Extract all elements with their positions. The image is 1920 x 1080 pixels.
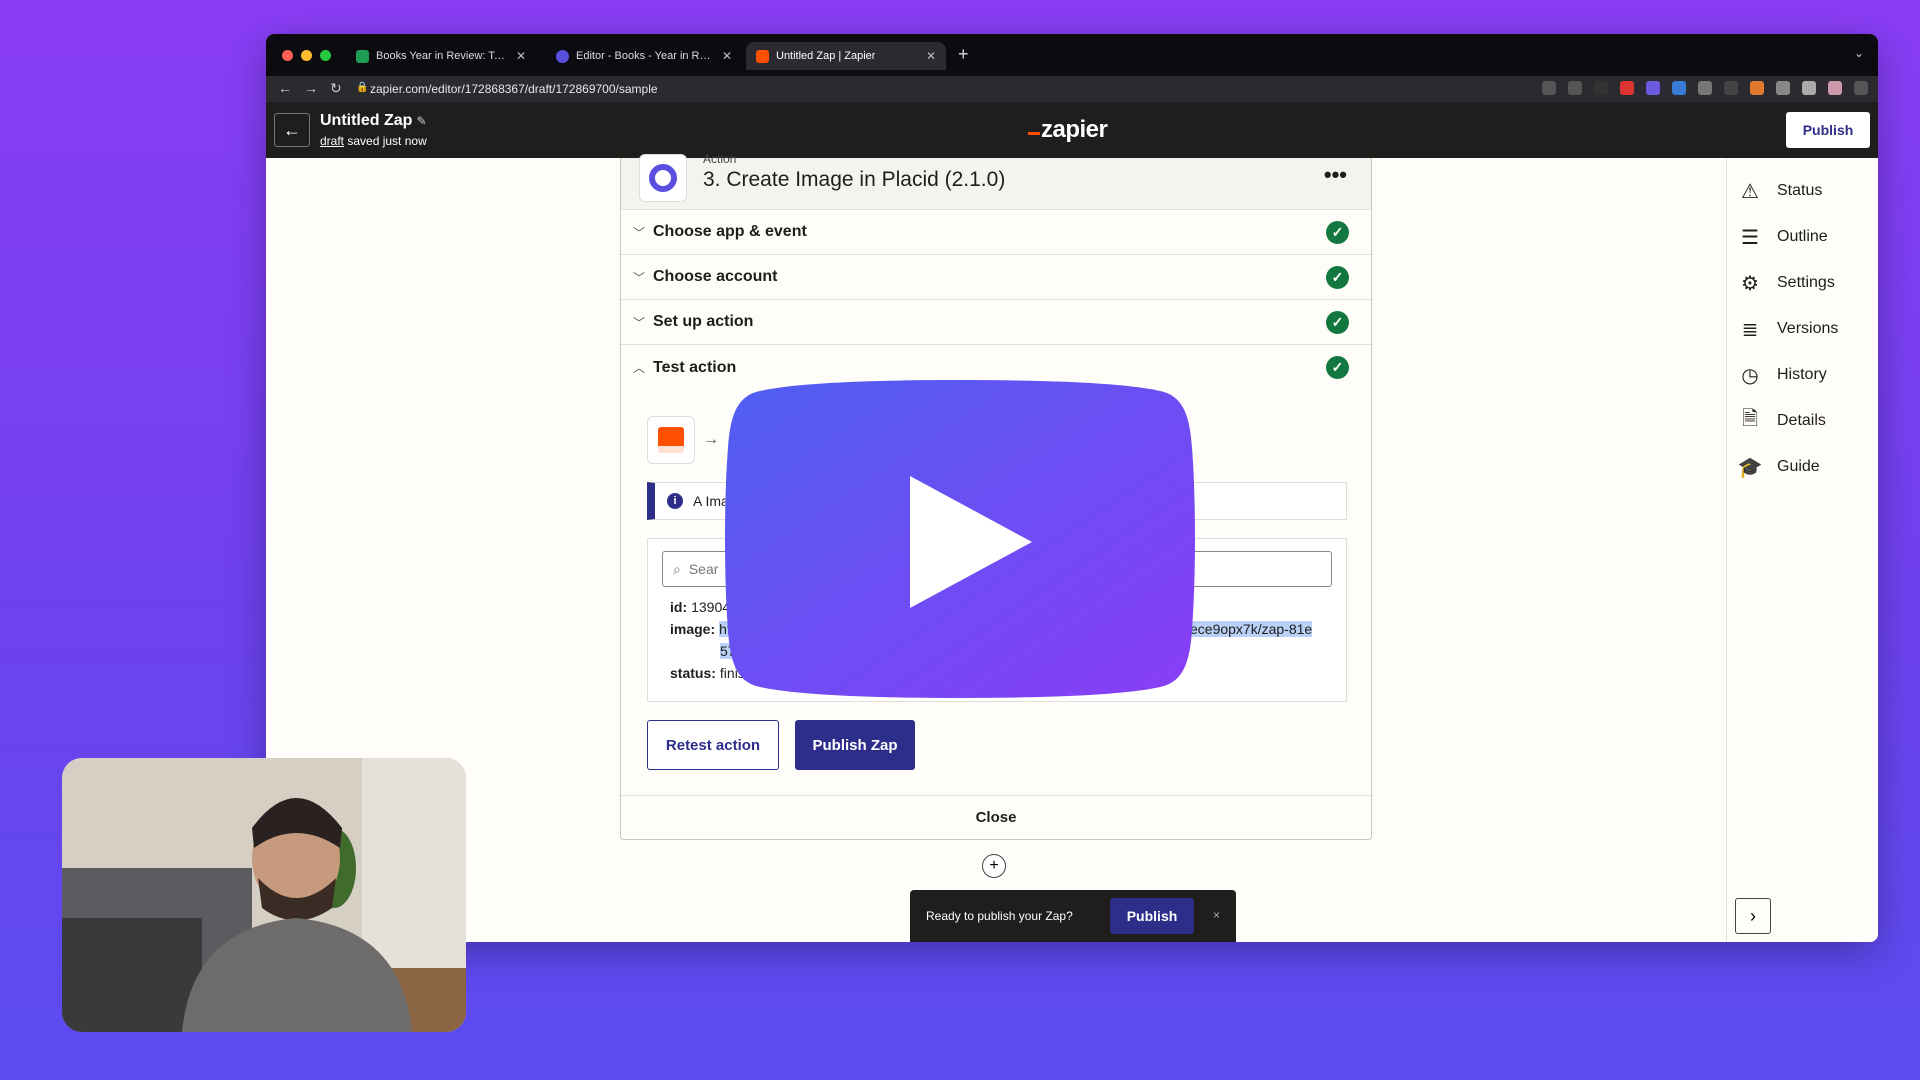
minimize-window-button[interactable] (301, 50, 312, 61)
check-icon: ✓ (1326, 311, 1349, 334)
url-field[interactable]: zapier.com/editor/172868367/draft/172869… (370, 82, 658, 96)
stack-icon: ≣ (1741, 318, 1759, 341)
sidebar-item-settings[interactable]: ⚙ Settings (1727, 260, 1878, 306)
placid-app-icon (639, 154, 687, 202)
more-options-icon[interactable]: ••• (1324, 162, 1347, 188)
zapier-app-icon (647, 416, 695, 464)
chevron-down-icon: ﹀ (633, 315, 646, 330)
chevron-right-icon: › (1750, 905, 1756, 926)
publish-zap-button[interactable]: Publish Zap (795, 720, 915, 770)
window-controls (282, 50, 331, 61)
list-icon: ☰ (1741, 226, 1759, 249)
extension-icons (1542, 81, 1868, 95)
extension-icon[interactable] (1724, 81, 1738, 95)
check-icon: ✓ (1326, 356, 1349, 379)
check-icon: ✓ (1326, 221, 1349, 244)
search-icon: ⌕ (673, 560, 681, 577)
webcam-overlay (62, 758, 466, 1032)
chevron-down-icon: ﹀ (633, 270, 646, 285)
sidepanel-icon[interactable] (1802, 81, 1816, 95)
close-tab-icon[interactable]: ✕ (926, 49, 936, 63)
data-flow: → (647, 416, 719, 464)
warning-icon: ⚠ (1741, 180, 1759, 203)
check-icon: ✓ (1326, 266, 1349, 289)
clock-icon: ◷ (1741, 364, 1759, 387)
back-button[interactable]: ← (274, 113, 310, 147)
forward-arrow-icon[interactable]: → (304, 80, 318, 96)
gear-icon: ⚙ (1741, 272, 1759, 295)
section-choose-app[interactable]: ﹀ Choose app & event ✓ (621, 210, 1371, 255)
lock-icon: 🔒 (356, 82, 369, 93)
kebab-menu-icon[interactable] (1854, 81, 1868, 95)
section-set-up-action[interactable]: ﹀ Set up action ✓ (621, 300, 1371, 345)
sidebar-item-guide[interactable]: 🎓 Guide (1727, 444, 1878, 490)
extension-icon[interactable] (1672, 81, 1686, 95)
sidebar-item-status[interactable]: ⚠ Status (1727, 168, 1878, 214)
tab-search-chevron-icon[interactable]: ⌄ (1854, 46, 1864, 60)
extension-icon[interactable] (1750, 81, 1764, 95)
expand-sidebar-button[interactable]: › (1735, 898, 1771, 934)
extension-icon[interactable] (1620, 81, 1634, 95)
extension-icon[interactable] (1698, 81, 1712, 95)
sidebar-item-details[interactable]: 🗎 Details (1727, 398, 1878, 444)
close-window-button[interactable] (282, 50, 293, 61)
zap-title[interactable]: Untitled Zap ✎ (320, 112, 427, 130)
step-title: 3. Create Image in Placid (2.1.0) (703, 168, 1006, 191)
header-publish-button[interactable]: Publish (1786, 112, 1870, 148)
extension-icon[interactable] (1594, 81, 1608, 95)
sheets-favicon-icon (356, 49, 369, 63)
webcam-video (62, 758, 466, 1032)
video-play-button[interactable] (724, 378, 1196, 700)
browser-tab-editor[interactable]: Editor - Books - Year in Review ✕ (546, 42, 742, 70)
sidebar-item-outline[interactable]: ☰ Outline (1727, 214, 1878, 260)
extension-icon[interactable] (1646, 81, 1660, 95)
maximize-window-button[interactable] (320, 50, 331, 61)
address-bar: ← → ↻ 🔒 zapier.com/editor/172868367/draf… (266, 76, 1878, 102)
result-id-row: id: 13904 (670, 599, 731, 615)
step-header: Action 3. Create Image in Placid (2.1.0)… (621, 152, 1371, 210)
close-tab-icon[interactable]: ✕ (516, 49, 526, 63)
close-icon[interactable]: × (1213, 908, 1220, 922)
sidebar-item-history[interactable]: ◷ History (1727, 352, 1878, 398)
chevron-down-icon: ﹀ (633, 225, 646, 240)
browser-tab-books-table[interactable]: Books Year in Review: Table 1 - ✕ (346, 42, 536, 70)
placid-favicon-icon (556, 49, 569, 63)
sidebar-item-versions[interactable]: ≣ Versions (1727, 306, 1878, 352)
tab-strip: Books Year in Review: Table 1 - ✕ Editor… (266, 34, 1878, 76)
zap-save-status: draft saved just now (320, 134, 427, 148)
toast-publish-button[interactable]: Publish (1110, 898, 1194, 934)
zap-header: ← Untitled Zap ✎ draft saved just now zap… (266, 102, 1878, 158)
retest-action-button[interactable]: Retest action (647, 720, 779, 770)
close-step-button[interactable]: Close (621, 795, 1371, 839)
close-tab-icon[interactable]: ✕ (722, 49, 732, 63)
section-choose-account[interactable]: ﹀ Choose account ✓ (621, 255, 1371, 300)
info-icon: i (667, 493, 683, 509)
right-sidebar: ⚠ Status ☰ Outline ⚙ Settings ≣ Versions… (1726, 158, 1878, 942)
arrow-right-icon: → (703, 431, 719, 448)
step-type-label: Action (703, 152, 737, 166)
avatar[interactable] (1828, 81, 1842, 95)
file-bolt-icon: 🗎 (1741, 408, 1759, 430)
browser-tab-zapier[interactable]: Untitled Zap | Zapier ✕ (746, 42, 946, 70)
graduation-cap-icon: 🎓 (1737, 456, 1763, 479)
new-tab-icon[interactable]: + (958, 44, 969, 65)
share-icon[interactable] (1542, 81, 1556, 95)
publish-toast: Ready to publish your Zap? Publish × (910, 890, 1236, 942)
zapier-logo: zapier (1028, 116, 1108, 144)
zapier-favicon-icon (756, 49, 769, 63)
add-step-icon[interactable]: + (982, 854, 1006, 878)
reload-icon[interactable]: ↻ (330, 80, 342, 97)
pencil-icon[interactable]: ✎ (416, 114, 426, 128)
chevron-up-icon: ︿ (633, 361, 646, 375)
test-action-buttons: Retest action Publish Zap (647, 720, 915, 770)
draft-link[interactable]: draft (320, 134, 344, 148)
bookmark-star-icon[interactable] (1568, 81, 1582, 95)
puzzle-icon[interactable] (1776, 81, 1790, 95)
back-arrow-icon[interactable]: ← (278, 80, 292, 96)
